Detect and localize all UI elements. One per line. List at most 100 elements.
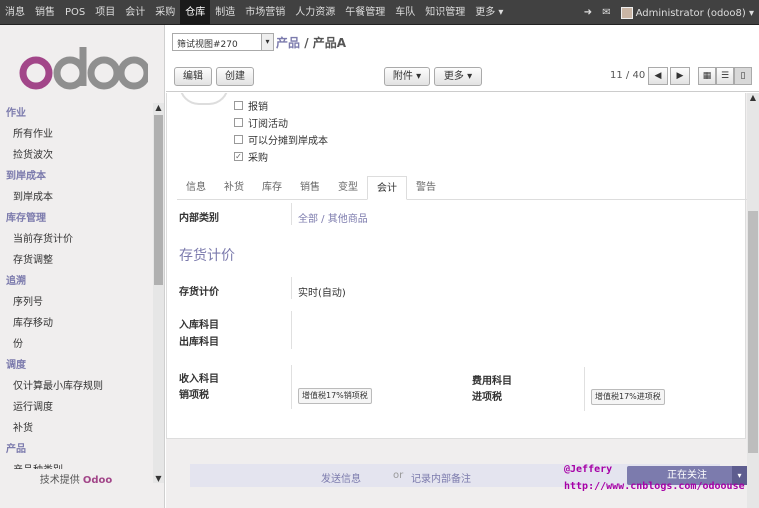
- view-select[interactable]: 筛试视图#270 ▾: [172, 33, 274, 51]
- powered-by-brand[interactable]: Odoo: [83, 475, 112, 486]
- section-title: 存货计价: [179, 248, 235, 264]
- top-menu-item[interactable]: 市场营销: [240, 0, 290, 25]
- top-menu: 消息 销售 POS 项目 会计 采购 仓库 制造 市场营销 人力资源 午餐管理 车队 知识管理 更多 ▾: [0, 0, 508, 25]
- scrollbar-thumb[interactable]: [154, 115, 163, 285]
- sales-tax-tag[interactable]: 增值税17%销项税: [298, 388, 372, 404]
- following-label: 正在关注: [667, 470, 707, 481]
- top-menu-item[interactable]: 采购: [150, 0, 180, 25]
- edit-button[interactable]: 编辑: [174, 67, 212, 86]
- checkbox-label: 报销: [248, 102, 268, 113]
- scroll-up-icon[interactable]: ▲: [747, 93, 759, 102]
- sidebar-scrollbar[interactable]: ▲ ▼: [153, 103, 164, 483]
- prev-record-button[interactable]: ◀: [648, 67, 668, 85]
- more-button[interactable]: 更多 ▾: [434, 67, 482, 86]
- notebook-tab[interactable]: 警告: [407, 176, 445, 200]
- log-note-link[interactable]: 记录内部备注: [411, 470, 471, 485]
- sidebar-item[interactable]: 到岸成本: [0, 187, 152, 208]
- kanban-view-icon[interactable]: ▦: [698, 67, 716, 85]
- income-account-label: 收入科目: [179, 374, 219, 385]
- sidebar-section: 追溯: [6, 276, 26, 287]
- send-message-link[interactable]: 发送信息: [321, 470, 361, 485]
- pager: 11 / 40: [610, 70, 646, 81]
- checkbox[interactable]: [234, 118, 243, 127]
- internal-category-label: 内部类别: [179, 213, 219, 224]
- scrollbar-thumb[interactable]: [748, 211, 758, 453]
- breadcrumb-separator: /: [300, 36, 313, 50]
- chevron-down-icon: ▾: [261, 34, 273, 50]
- checkbox-row: 订阅活动: [234, 115, 288, 130]
- scroll-down-icon[interactable]: ▼: [153, 474, 164, 483]
- checkbox[interactable]: [234, 101, 243, 110]
- top-menu-item[interactable]: 仓库: [180, 0, 211, 25]
- checkbox-row: 可以分摊到岸成本: [234, 132, 328, 147]
- sidebar-item[interactable]: 仅计算最小库存规则: [0, 376, 152, 397]
- top-menu-item[interactable]: 项目: [90, 0, 120, 25]
- user-menu[interactable]: Administrator (odoo8) ▾: [616, 6, 759, 19]
- top-menu-item[interactable]: 车队: [390, 0, 420, 25]
- divider: [291, 365, 292, 409]
- scroll-up-icon[interactable]: ▲: [153, 103, 164, 112]
- checkbox-row: 报销: [234, 98, 268, 113]
- checkbox-label: 订阅活动: [248, 119, 288, 130]
- top-menu-item[interactable]: 更多 ▾: [470, 0, 508, 25]
- sidebar-section: 库存管理: [6, 213, 46, 224]
- chat-icon[interactable]: ✉: [597, 7, 615, 18]
- sidebar-item[interactable]: 所有作业: [0, 124, 152, 145]
- list-view-icon[interactable]: ☰: [716, 67, 734, 85]
- divider: [584, 367, 585, 411]
- view-select-value: 筛试视图#270: [177, 40, 238, 50]
- purchase-tax-label: 进项税: [472, 392, 502, 403]
- checkbox[interactable]: [234, 135, 243, 144]
- watermark-author: @Jeffery: [564, 464, 613, 475]
- sidebar-section: 调度: [6, 360, 26, 371]
- sidebar-item[interactable]: 运行调度: [0, 397, 152, 418]
- notebook-tab[interactable]: 库存: [253, 176, 291, 200]
- avatar: [620, 6, 633, 19]
- top-navbar: 消息 销售 POS 项目 会计 采购 仓库 制造 市场营销 人力资源 午餐管理 车队 知识管理 更多 ▾ …: [0, 0, 759, 25]
- divider: [291, 203, 292, 225]
- breadcrumb-current: 产品A: [312, 36, 347, 50]
- top-menu-item[interactable]: 销售: [30, 0, 60, 25]
- top-menu-item[interactable]: 午餐管理: [340, 0, 390, 25]
- sidebar-item[interactable]: 补货: [0, 418, 152, 439]
- expense-account-label: 费用科目: [472, 376, 512, 387]
- form-view-icon[interactable]: ▯: [734, 67, 752, 85]
- sidebar-item[interactable]: 存货调整: [0, 250, 152, 271]
- sidebar-section: 作业: [6, 108, 26, 119]
- next-record-button[interactable]: ▶: [670, 67, 690, 85]
- checkbox-checked[interactable]: ✓: [234, 152, 243, 161]
- odoo-logo: [19, 47, 148, 90]
- attachment-button[interactable]: 附件 ▾: [384, 67, 430, 86]
- logout-icon[interactable]: ➜: [579, 7, 597, 18]
- breadcrumb-products[interactable]: 产品: [276, 36, 300, 50]
- sidebar-item[interactable]: 当前存货计价: [0, 229, 152, 250]
- notebook-tab[interactable]: 补货: [215, 176, 253, 200]
- notebook-tab[interactable]: 变型: [329, 176, 367, 200]
- user-name: Administrator (odoo8) ▾: [635, 7, 754, 19]
- sales-tax-label: 销项税: [179, 390, 209, 401]
- main-scrollbar[interactable]: ▲: [747, 93, 759, 508]
- product-image[interactable]: [179, 93, 229, 105]
- top-menu-item[interactable]: 人力资源: [290, 0, 340, 25]
- checkbox-row: ✓ 采购: [234, 149, 268, 164]
- checkbox-label: 可以分摊到岸成本: [248, 136, 328, 147]
- valuation-value: 实时(自动): [298, 288, 346, 299]
- create-button[interactable]: 创建: [216, 67, 254, 86]
- sidebar-item[interactable]: 库存移动: [0, 313, 152, 334]
- purchase-tax-tag[interactable]: 增值税17%进项税: [591, 389, 665, 405]
- top-menu-item[interactable]: 制造: [210, 0, 240, 25]
- sidebar-item[interactable]: 份: [0, 334, 152, 355]
- top-menu-item[interactable]: 知识管理: [420, 0, 470, 25]
- notebook-tab[interactable]: 信息: [177, 176, 215, 200]
- top-menu-item[interactable]: POS: [60, 0, 90, 25]
- top-menu-item[interactable]: 会计: [120, 0, 150, 25]
- internal-category-value[interactable]: 全部 / 其他商品: [298, 210, 368, 225]
- notebook-tab[interactable]: 销售: [291, 176, 329, 200]
- top-menu-item[interactable]: 消息: [0, 0, 30, 25]
- notebook-tab[interactable]: 会计: [367, 176, 407, 200]
- sidebar-item[interactable]: 序列号: [0, 292, 152, 313]
- divider: [291, 277, 292, 299]
- valuation-label: 存货计价: [179, 287, 219, 298]
- sidebar-item[interactable]: 捡货波次: [0, 145, 152, 166]
- stock-input-label: 入库科目: [179, 320, 219, 331]
